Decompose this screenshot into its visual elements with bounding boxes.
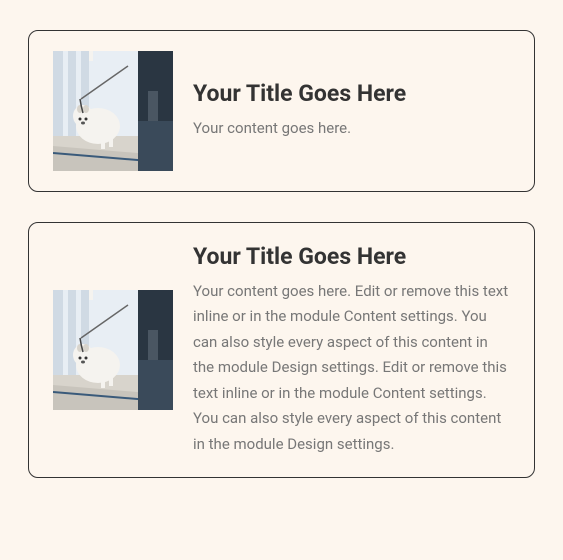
- card-content: Your Title Goes Here Your content goes h…: [193, 243, 510, 457]
- card-text: Your content goes here.: [193, 116, 510, 142]
- card-text: Your content goes here. Edit or remove t…: [193, 279, 510, 458]
- card-image: [53, 51, 173, 171]
- card-title: Your Title Goes Here: [193, 243, 510, 271]
- content-card: Your Title Goes Here Your content goes h…: [28, 30, 535, 192]
- card-title: Your Title Goes Here: [193, 80, 510, 108]
- content-card: Your Title Goes Here Your content goes h…: [28, 222, 535, 478]
- card-content: Your Title Goes Here Your content goes h…: [193, 80, 510, 141]
- card-image: [53, 290, 173, 410]
